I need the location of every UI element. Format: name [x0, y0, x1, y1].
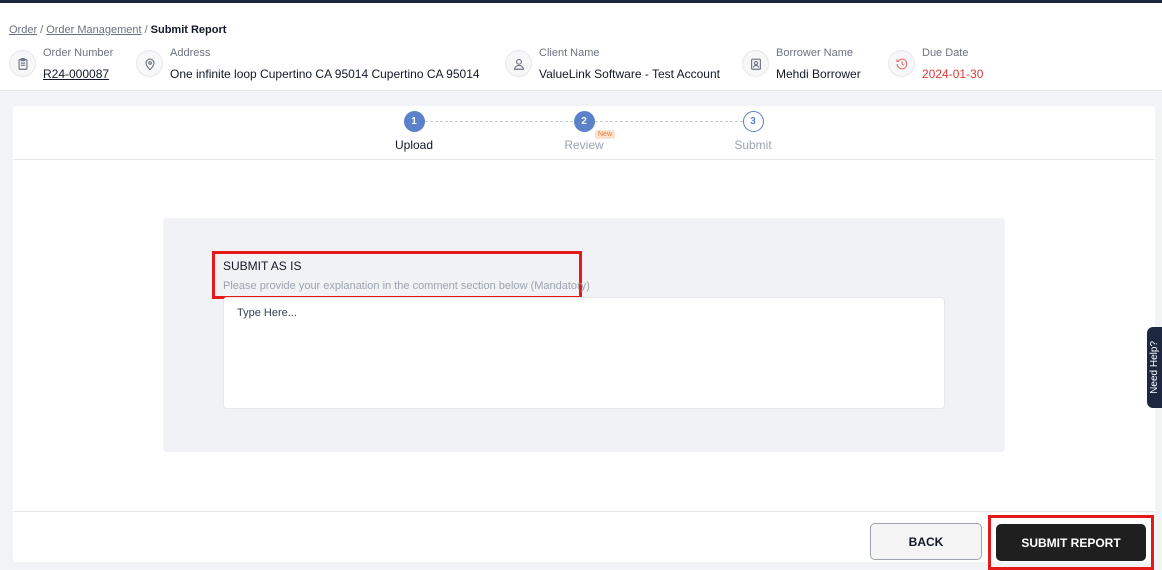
borrower-name-value: Mehdi Borrower — [776, 67, 861, 81]
step-number: 3 — [742, 111, 764, 132]
step-label: Submit — [734, 138, 772, 152]
panel-subtitle: Please provide your explanation in the c… — [223, 280, 590, 292]
clipboard-icon — [9, 50, 36, 77]
new-badge: New — [595, 130, 616, 139]
due-date-label: Due Date — [922, 47, 969, 59]
submit-report-card: 1 Upload 2 Review New 3 Submit SUBMIT AS… — [13, 106, 1155, 570]
card-footer: BACK SUBMIT REPORT — [13, 511, 1155, 570]
panel-title: SUBMIT AS IS — [223, 259, 302, 273]
comment-textarea[interactable] — [223, 297, 945, 409]
breadcrumb-order-management[interactable]: Order Management — [46, 24, 141, 36]
need-help-tab[interactable]: Need Help? — [1147, 327, 1162, 408]
step-label: Review — [564, 138, 604, 152]
breadcrumb: Order / Order Management / Submit Report — [9, 24, 226, 36]
step-label: Upload — [394, 138, 434, 152]
step-number: 2 — [573, 111, 595, 132]
clock-history-icon — [888, 50, 915, 77]
order-header: Order / Order Management / Submit Report Ord… — [0, 3, 1162, 91]
breadcrumb-separator: / — [40, 24, 44, 36]
id-badge-icon — [742, 50, 769, 77]
client-name-value: ValueLink Software - Test Account — [539, 67, 720, 81]
back-button[interactable]: BACK — [870, 523, 982, 560]
step-number: 1 — [403, 111, 425, 132]
due-date-value: 2024-01-30 — [922, 67, 984, 81]
order-number-value[interactable]: R24-000087 — [43, 67, 109, 81]
progress-stepper: 1 Upload 2 Review New 3 Submit — [13, 106, 1155, 160]
breadcrumb-separator: / — [144, 24, 148, 36]
address-value: One infinite loop Cupertino CA 95014 Cup… — [170, 67, 480, 81]
step-upload[interactable]: 1 Upload — [374, 111, 454, 152]
user-icon — [505, 50, 532, 77]
breadcrumb-current: Submit Report — [150, 24, 227, 36]
breadcrumb-order[interactable]: Order — [9, 24, 37, 36]
location-pin-icon — [136, 50, 163, 77]
step-submit[interactable]: 3 Submit — [713, 111, 793, 152]
order-number-label: Order Number — [43, 47, 114, 59]
borrower-name-label: Borrower Name — [776, 47, 854, 59]
address-label: Address — [170, 47, 211, 59]
client-name-label: Client Name — [539, 47, 600, 59]
submit-report-button[interactable]: SUBMIT REPORT — [996, 524, 1146, 561]
need-help-label: Need Help? — [1149, 341, 1160, 394]
submit-as-is-panel: SUBMIT AS IS Please provide your explana… — [163, 218, 1005, 452]
